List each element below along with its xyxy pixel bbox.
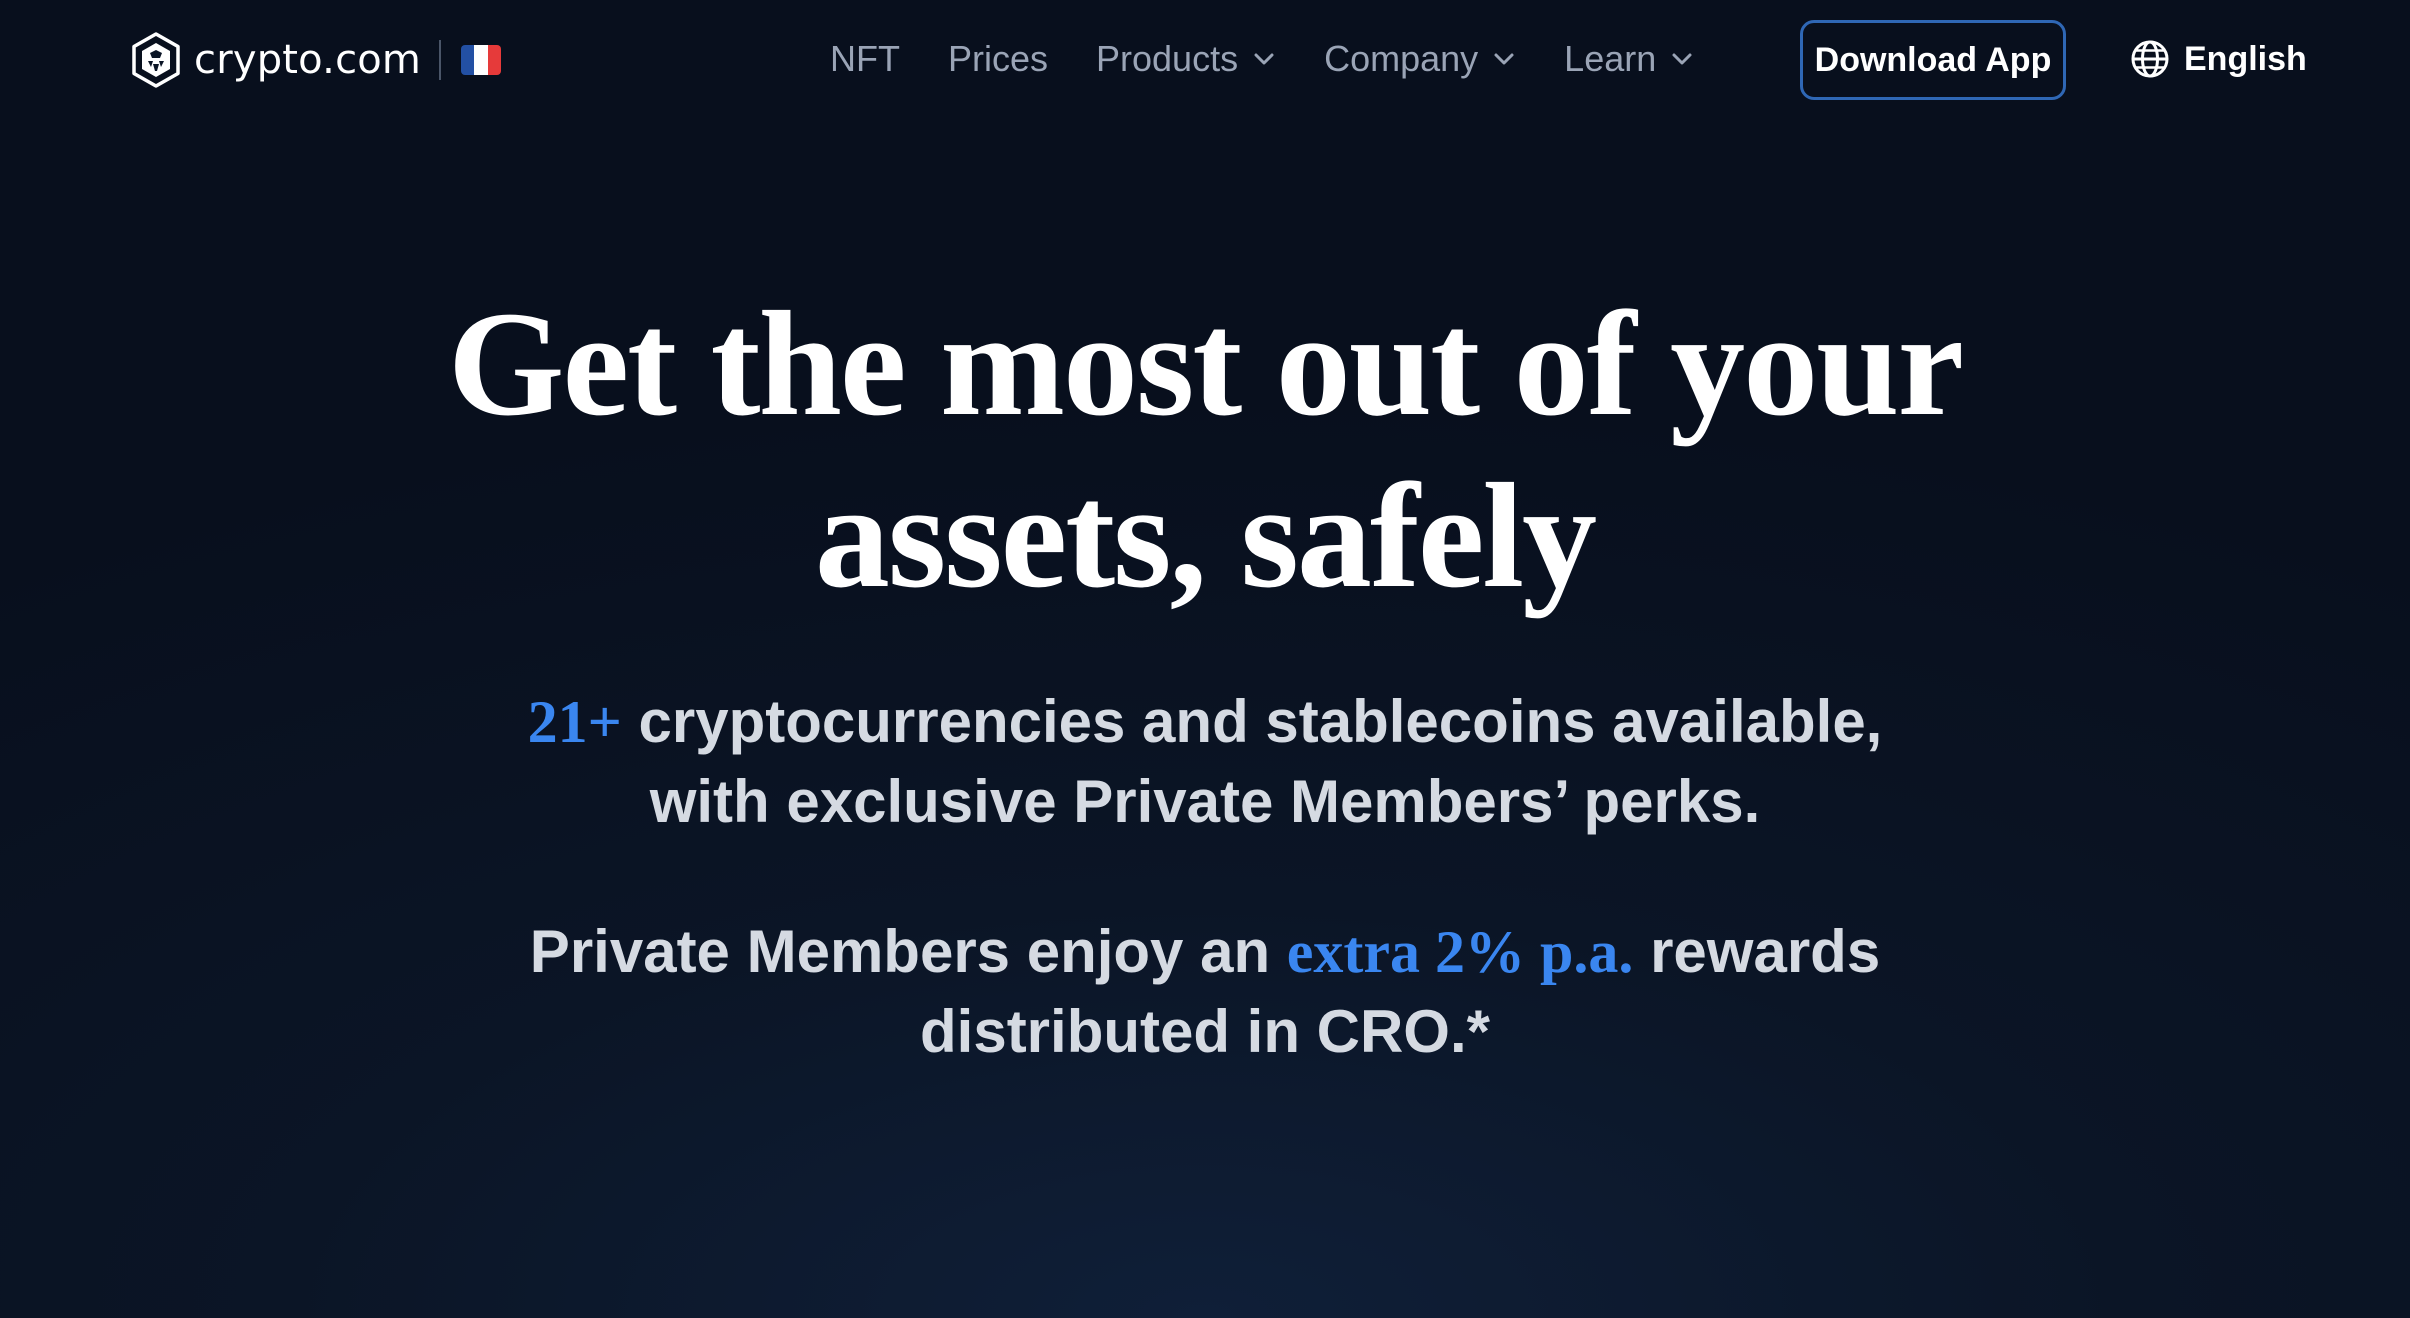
nav-item-label: Learn [1564, 38, 1657, 79]
hero-subtitle-text: Private Members enjoy an [529, 918, 1287, 985]
nav-item-label: NFT [830, 38, 900, 79]
logo-wordmark: crypto.com [194, 37, 422, 83]
hero-subtitle-rewards: Private Members enjoy an extra 2% p.a. r… [0, 912, 2410, 1072]
nav-item-label: Company [1324, 38, 1479, 79]
nav-item-products[interactable]: Products [1096, 38, 1276, 80]
nav-item-company[interactable]: Company [1324, 38, 1516, 80]
hero-subtitle-text: rewards [1633, 918, 1881, 985]
hero-subtitle-assets-line-2: with exclusive Private Members’ perks. [649, 768, 1761, 835]
france-flag-icon [461, 45, 502, 75]
chevron-down-icon [1672, 53, 1692, 65]
globe-icon [2131, 40, 2169, 78]
top-navbar: crypto.com NFT Prices Products Company L… [0, 0, 2410, 118]
hero-subtitle-rewards-line-2: distributed in CRO.* [920, 998, 1490, 1065]
language-selector[interactable]: English [2130, 30, 2307, 88]
rewards-rate-highlight: extra 2% p.a. [1286, 919, 1634, 985]
hero-heading: Get the most out of your assets, safely [0, 278, 2410, 622]
hero-subtitle-text: cryptocurrencies and stablecoins availab… [621, 688, 1883, 755]
crypto-com-logo-link[interactable]: crypto.com [130, 32, 502, 88]
hero-heading-line-1: Get the most out of your [447, 281, 1964, 447]
nav-item-nft[interactable]: NFT [830, 38, 900, 80]
nav-item-prices[interactable]: Prices [948, 38, 1048, 80]
chevron-down-icon [1254, 53, 1274, 65]
hero-subtitle-assets: 21+ cryptocurrencies and stablecoins ava… [0, 682, 2410, 842]
hero-subtitle-assets-line-1: 21+ cryptocurrencies and stablecoins ava… [0, 682, 2410, 762]
nav-item-label: Prices [947, 38, 1049, 79]
asset-count-highlight: 21+ [527, 689, 622, 755]
hero-heading-line-2: assets, safely [814, 453, 1597, 619]
download-app-button[interactable]: Download App [1800, 20, 2066, 100]
logo-divider [439, 40, 442, 80]
hero-subtitle-rewards-line-1: Private Members enjoy an extra 2% p.a. r… [0, 912, 2410, 992]
chevron-down-icon [1494, 53, 1514, 65]
main-nav: NFT Prices Products Company Learn [830, 30, 1742, 88]
crypto-com-lion-shield-icon [132, 32, 180, 88]
nav-item-label: Products [1096, 38, 1239, 79]
language-label: English [2184, 39, 2307, 78]
nav-item-learn[interactable]: Learn [1564, 38, 1694, 80]
